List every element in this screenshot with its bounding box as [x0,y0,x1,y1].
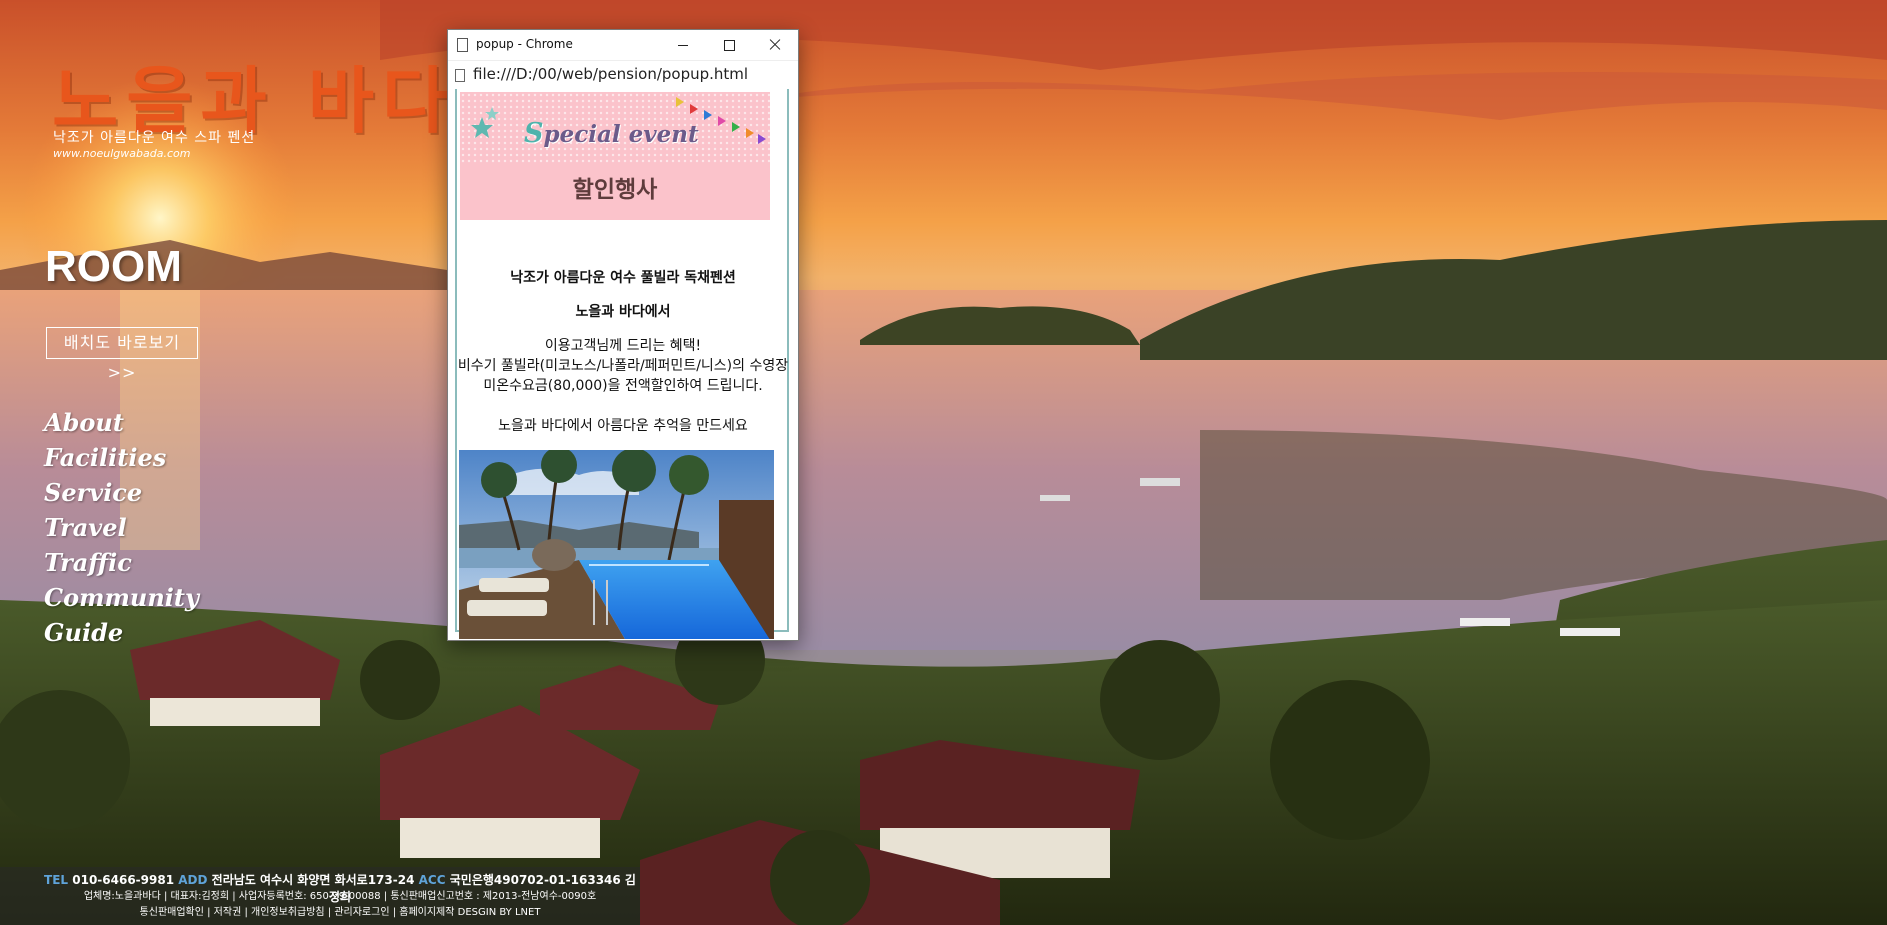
nav-item-community[interactable]: Community [44,580,199,615]
infinity-pool-image [459,450,774,639]
nav-item-traffic[interactable]: Traffic [44,545,199,580]
flag-icon [758,134,766,144]
popup-body-line-3: 노을과 바다에서 아름다운 추억을 만드세요 [498,418,748,434]
address-bar[interactable]: file:///D:/00/web/pension/popup.html [448,61,798,90]
flag-icon [732,122,740,132]
nav-item-about[interactable]: About [44,405,199,440]
flag-icon [704,110,712,120]
main-nav: About Facilities Service Travel Traffic … [44,405,199,650]
document-icon [457,38,468,52]
special-first-letter: S [524,118,544,149]
nav-item-service[interactable]: Service [44,475,199,510]
footer-add-label: ADD [178,873,208,887]
popup-window: popup - Chrome file:///D:/00/web/pension… [447,29,799,641]
special-event-heading: Special event [524,118,699,149]
site-footer: TEL 010-6466-9981 ADD 전라남도 여수시 화양면 화서로17… [0,867,640,925]
flag-icon [746,128,754,138]
popup-headline-2: 노을과 바다에서 [575,304,671,320]
footer-tel: 010-6466-9981 [72,873,175,887]
minimize-button[interactable] [660,30,706,60]
flag-icon [718,116,726,126]
close-button[interactable] [752,30,798,60]
window-title: popup - Chrome [476,37,573,51]
popup-body-line-1: 이용고객님께 드리는 혜택! [544,338,702,354]
layout-view-button[interactable]: 배치도 바로보기 >> [46,327,198,382]
star-icon [485,107,499,120]
special-rest: pecial event [543,121,699,148]
site-tagline: 낙조가 아름다운 여수 스파 펜션 [53,130,256,146]
flag-icon [690,104,698,114]
event-banner: Special event 할인행사 [460,92,770,220]
window-titlebar[interactable]: popup - Chrome [448,30,798,61]
nav-item-travel[interactable]: Travel [44,510,199,545]
site-url: www.noeulgwabada.com [53,147,191,160]
footer-tel-label: TEL [44,873,69,887]
footer-acc-label: ACC [418,873,446,887]
discount-event-title: 할인행사 [572,177,658,203]
nav-item-guide[interactable]: Guide [44,615,199,650]
popup-headline-1: 낙조가 아름다운 여수 풀빌라 독채펜션 [510,270,736,286]
maximize-button[interactable] [706,30,752,60]
pool-photo [459,450,774,639]
nav-item-facilities[interactable]: Facilities [44,440,199,475]
page-title: ROOM [45,242,182,291]
star-icon [471,117,493,138]
popup-body-line-2: 비수기 풀빌라(미코노스/나폴라/페퍼민트/니스)의 수영장 미온수요금(80,… [457,358,789,394]
footer-address: 전라남도 여수시 화양면 화서로173-24 [211,873,415,887]
page-icon [455,69,465,82]
footer-business-info: 업체명:노을과바다 | 대표자:김정희 | 사업자등록번호: 650-29-00… [83,891,597,902]
popup-content: Special event 할인행사 낙조가 아름다운 여수 풀빌라 독채펜션 … [448,89,798,639]
footer-links[interactable]: 통신판매업확인 | 저작권 | 개인정보취급방침 | 관리자로그인 | 홈페이지… [40,903,640,918]
address-url[interactable]: file:///D:/00/web/pension/popup.html [473,65,748,83]
flag-icon [676,97,684,107]
